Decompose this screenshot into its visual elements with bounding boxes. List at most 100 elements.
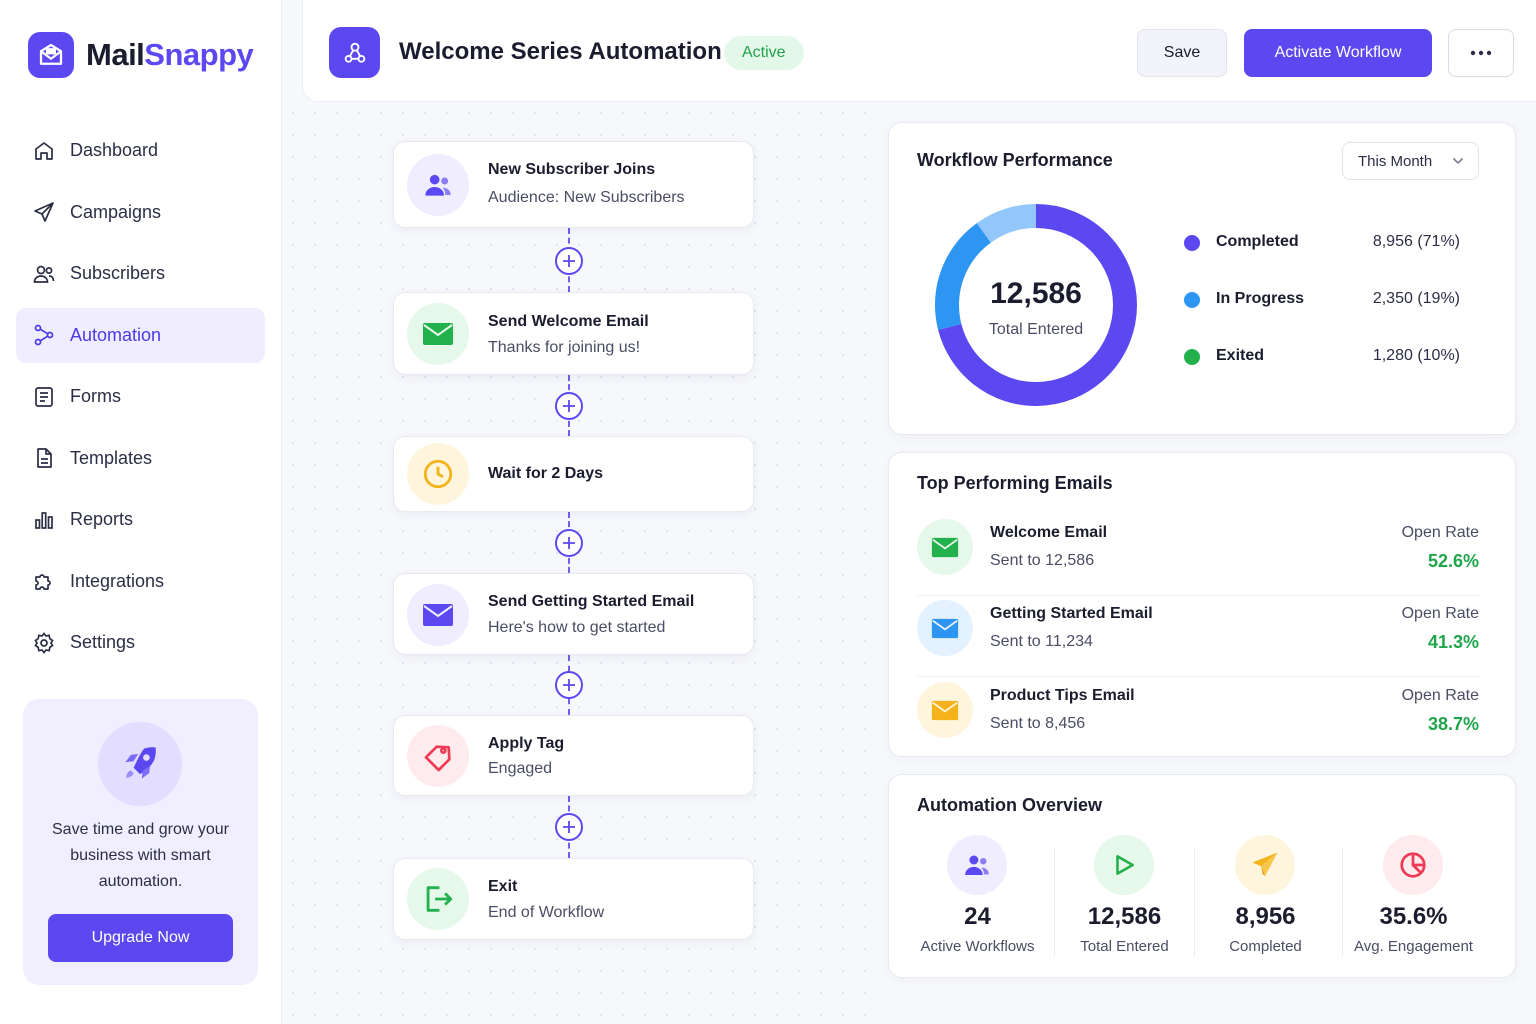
add-step-button[interactable]	[555, 529, 583, 557]
period-dropdown-value: This Month	[1358, 152, 1433, 170]
home-icon	[35, 141, 53, 160]
email-sent-count: Sent to 12,586	[990, 552, 1095, 569]
email-row-welcome[interactable]: Welcome Email Sent to 12,586 Open Rate 5…	[917, 516, 1479, 596]
legend-dot	[1184, 235, 1200, 251]
email-row-product-tips[interactable]: Product Tips Email Sent to 8,456 Open Ra…	[917, 679, 1479, 759]
plus-icon	[563, 537, 575, 549]
automation-overview-card: Automation Overview 24 Active Workflows …	[888, 774, 1516, 978]
open-rate-label: Open Rate	[1401, 524, 1479, 541]
exit-icon	[407, 868, 469, 930]
play-icon	[1094, 835, 1154, 895]
sidebar-item-templates[interactable]: Templates	[16, 431, 265, 486]
plus-icon	[563, 255, 575, 267]
sidebar-item-automation[interactable]: Automation	[16, 307, 265, 363]
step-title: Send Welcome Email	[488, 313, 649, 330]
stat-total-entered: 12,586 Total Entered	[1052, 835, 1197, 965]
form-icon	[35, 386, 53, 407]
open-rate-value: 41.3%	[1427, 632, 1479, 652]
step-title: Wait for 2 Days	[488, 465, 603, 482]
sidebar-item-integrations[interactable]: Integrations	[16, 554, 265, 609]
sidebar-item-label: Campaigns	[70, 201, 162, 222]
card-title: Automation Overview	[917, 795, 1103, 815]
more-horizontal-icon	[1470, 50, 1492, 56]
paper-plane-icon	[1235, 835, 1295, 895]
clock-icon	[407, 443, 469, 505]
legend-value: 1,280 (10%)	[1372, 347, 1460, 364]
step-title: Apply Tag	[488, 735, 565, 752]
page-title: Welcome Series Automation	[399, 38, 722, 65]
stat-active-workflows: 24 Active Workflows	[905, 835, 1050, 965]
sidebar-item-reports[interactable]: Reports	[16, 492, 265, 547]
stat-label: Completed	[1229, 938, 1302, 955]
email-name: Product Tips Email	[990, 687, 1135, 704]
bar-chart-icon	[35, 511, 53, 529]
legend-value: 8,956 (71%)	[1372, 233, 1460, 250]
workflow-step-getting-started-email[interactable]: Send Getting Started Email Here's how to…	[393, 573, 754, 655]
add-step-button[interactable]	[555, 813, 583, 841]
sidebar-item-dashboard[interactable]: Dashboard	[16, 123, 265, 178]
sidebar-item-label: Dashboard	[70, 140, 159, 160]
logo[interactable]: MailSnappy	[28, 32, 254, 78]
sidebar-item-label: Subscribers	[70, 263, 166, 283]
sidebar-item-subscribers[interactable]: Subscribers	[16, 246, 265, 301]
activate-workflow-button[interactable]: Activate Workflow	[1244, 29, 1432, 77]
workflow-step-trigger[interactable]: New Subscriber Joins Audience: New Subsc…	[393, 141, 754, 228]
sidebar-item-forms[interactable]: Forms	[16, 369, 265, 424]
upgrade-now-button[interactable]: Upgrade Now	[48, 914, 233, 962]
envelope-logo-icon	[28, 32, 74, 78]
step-subtitle: Here's how to get started	[488, 619, 666, 636]
sidebar-item-campaigns[interactable]: Campaigns	[16, 185, 265, 240]
legend-item-exited: Exited 1,280 (10%)	[1184, 345, 1460, 369]
mail-icon	[407, 584, 469, 646]
sidebar-item-label: Settings	[70, 632, 136, 652]
users-icon	[947, 835, 1007, 895]
rocket-icon	[98, 722, 182, 806]
status-badge: Active	[724, 36, 804, 70]
sidebar-item-label: Reports	[70, 509, 134, 529]
email-row-getting-started[interactable]: Getting Started Email Sent to 11,234 Ope…	[917, 597, 1479, 677]
step-subtitle: End of Workflow	[488, 904, 605, 921]
email-name: Welcome Email	[990, 524, 1108, 541]
step-subtitle: Engaged	[488, 760, 553, 777]
save-button[interactable]: Save	[1137, 29, 1227, 77]
workflow-step-welcome-email[interactable]: Send Welcome Email Thanks for joining us…	[393, 292, 754, 375]
stat-label: Total Entered	[1080, 938, 1169, 955]
period-dropdown[interactable]: This Month	[1342, 142, 1479, 180]
stat-value: 8,956	[1235, 903, 1296, 930]
legend-name: In Progress	[1216, 290, 1305, 307]
total-entered-label: Total Entered	[988, 321, 1084, 338]
workflow-step-apply-tag[interactable]: Apply Tag Engaged	[393, 715, 754, 796]
stat-completed: 8,956 Completed	[1193, 835, 1338, 965]
legend-dot	[1184, 292, 1200, 308]
add-step-button[interactable]	[555, 247, 583, 275]
legend-item-in-progress: In Progress 2,350 (19%)	[1184, 288, 1460, 312]
stat-label: Active Workflows	[920, 938, 1035, 955]
step-title: Exit	[488, 878, 518, 895]
add-step-button[interactable]	[555, 671, 583, 699]
sidebar-item-label: Templates	[70, 447, 153, 468]
gear-icon	[34, 631, 54, 654]
legend-value: 2,350 (19%)	[1372, 290, 1460, 307]
donut-center: 12,586 Total Entered	[934, 203, 1138, 407]
workflow-step-wait[interactable]: Wait for 2 Days	[393, 436, 754, 512]
workflow-step-exit[interactable]: Exit End of Workflow	[393, 858, 754, 940]
stat-value: 35.6%	[1379, 903, 1448, 930]
sidebar-nav: Dashboard Campaigns Subscribers Automati…	[16, 123, 265, 677]
step-title: Send Getting Started Email	[488, 593, 695, 610]
template-icon	[37, 448, 52, 468]
add-step-button[interactable]	[555, 392, 583, 420]
workflow-performance-card: Workflow Performance This Month 12,586 T…	[888, 122, 1516, 435]
sidebar: MailSnappy Dashboard Campaigns Subscribe…	[0, 0, 282, 1024]
plus-icon	[563, 679, 575, 691]
chevron-down-icon	[1452, 157, 1464, 165]
stat-avg-engagement: 35.6% Avg. Engagement	[1341, 835, 1486, 965]
page-header: Welcome Series Automation Active Save Ac…	[302, 0, 1536, 102]
sidebar-item-label: Automation	[70, 324, 162, 345]
more-options-button[interactable]	[1448, 29, 1514, 77]
step-title: New Subscriber Joins	[488, 161, 656, 178]
email-name: Getting Started Email	[990, 605, 1153, 622]
total-entered-value: 12,586	[990, 277, 1082, 310]
mail-icon	[917, 682, 973, 738]
open-rate-value: 52.6%	[1427, 551, 1479, 571]
sidebar-item-settings[interactable]: Settings	[16, 615, 265, 670]
